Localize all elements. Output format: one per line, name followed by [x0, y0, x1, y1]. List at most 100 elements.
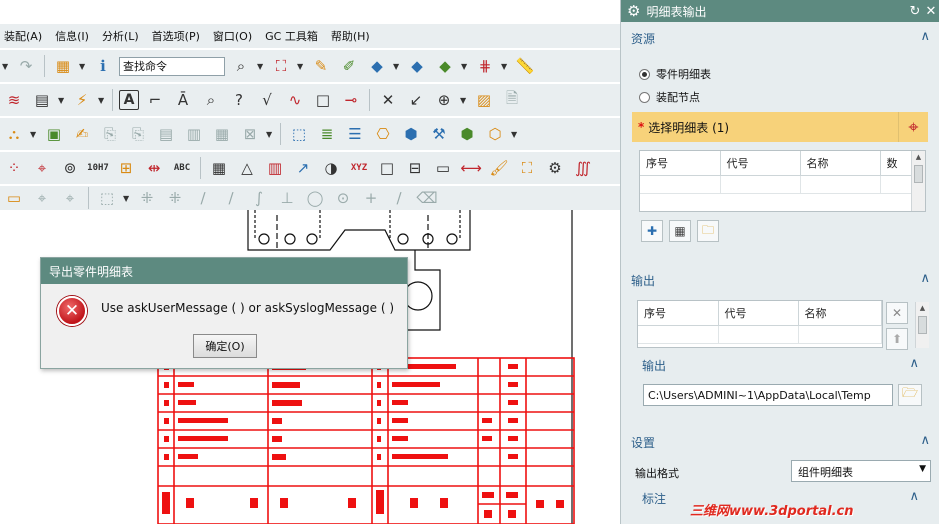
select-box-icon[interactable]: ⬚ — [287, 122, 311, 146]
spreadsheet-icon[interactable]: ▦ — [51, 54, 75, 78]
copy-icon[interactable]: ⎘ — [126, 122, 150, 146]
square-icon[interactable]: □ — [375, 156, 399, 180]
chevron-down-icon[interactable]: ▼ — [30, 130, 38, 139]
radio-button[interactable] — [639, 91, 650, 103]
leader-icon[interactable]: ⌐ — [143, 88, 167, 112]
chevron-down-icon[interactable]: ▼ — [58, 96, 66, 105]
ok-button[interactable]: 确定(O) — [193, 334, 257, 358]
spline-icon[interactable]: ∿ — [283, 88, 307, 112]
grid-points-icon[interactable]: ⁘ — [2, 156, 26, 180]
brush-icon[interactable]: ✐ — [337, 54, 361, 78]
fit-tolerance-icon[interactable]: 10H7 — [86, 156, 110, 180]
target-icon[interactable]: ⊕ — [432, 88, 456, 112]
cross-icon[interactable]: ✕ — [376, 88, 400, 112]
vertical-scrollbar[interactable]: ▲ — [911, 151, 925, 211]
redo-icon[interactable]: ↷ — [14, 54, 38, 78]
notes-icon[interactable]: ▭ — [431, 156, 455, 180]
zoom-icon[interactable]: ⌕ — [199, 88, 223, 112]
chevron-up-icon[interactable]: ∧ — [920, 433, 930, 448]
balloon-list-icon[interactable]: ⊟ — [403, 156, 427, 180]
diamond-icon[interactable]: ◆ — [433, 54, 457, 78]
col-header-code[interactable]: 代号 — [720, 151, 801, 176]
move-up-button[interactable]: ⬆ — [886, 328, 908, 350]
folder-add-button[interactable]: 🗀 — [697, 220, 719, 242]
remove-button[interactable]: ✕ — [886, 302, 908, 324]
search-icon[interactable]: ⌕ — [229, 54, 253, 78]
close-icon[interactable]: ✕ — [923, 4, 939, 19]
output-path-input[interactable] — [643, 384, 893, 406]
scroll-thumb[interactable] — [914, 165, 923, 183]
source-list-grid[interactable]: 序号 代号 名称 数 ▲ — [639, 150, 926, 212]
chevron-down-icon[interactable]: ▼ — [297, 62, 305, 71]
wave-icon[interactable]: ∭ — [571, 156, 595, 180]
text-icon[interactable]: A — [119, 90, 139, 110]
output-file-subheader[interactable]: 输出 ∧ — [632, 353, 929, 377]
copy-icon[interactable]: ⎘ — [98, 122, 122, 146]
tag-icon[interactable]: ⎔ — [371, 122, 395, 146]
chevron-down-icon[interactable]: ▼ — [257, 62, 265, 71]
layout-icon[interactable]: ▦ — [210, 122, 234, 146]
select-parts-list-row[interactable]: * 选择明细表 (1) ⌖ — [632, 112, 928, 142]
radio-part-list[interactable]: 零件明细表 — [639, 66, 711, 82]
center-mark-icon[interactable]: ◑ — [319, 156, 343, 180]
node-icon[interactable]: ⊸ — [339, 88, 363, 112]
chevron-down-icon[interactable]: ▼ — [461, 62, 469, 71]
hammer-icon[interactable]: ⚒ — [427, 122, 451, 146]
menu-preferences[interactable]: 首选项(P) — [148, 28, 209, 44]
stack-icon[interactable]: ☰ — [343, 122, 367, 146]
scroll-thumb[interactable] — [918, 316, 927, 334]
list-settings-button[interactable]: ▦ — [669, 220, 691, 242]
gear-icon[interactable]: ⚙ — [543, 156, 567, 180]
chevron-up-icon[interactable]: ∧ — [909, 356, 919, 371]
chevron-down-icon[interactable]: ▼ — [79, 62, 87, 71]
col-header-name[interactable]: 名称 — [800, 151, 881, 176]
layers-icon[interactable]: ≣ — [315, 122, 339, 146]
grid-table-icon[interactable]: ▦ — [207, 156, 231, 180]
add-item-button[interactable]: ✚ — [641, 220, 663, 242]
menu-window[interactable]: 窗口(O) — [209, 28, 261, 44]
linear-dim-icon[interactable]: ⟷ — [459, 156, 483, 180]
diamond-icon[interactable]: ◆ — [365, 54, 389, 78]
chevron-up-icon[interactable]: ∧ — [920, 271, 930, 286]
chevron-down-icon[interactable]: ▼ — [2, 62, 10, 71]
crosshair-grid-icon[interactable]: ⌖ — [30, 156, 54, 180]
output-list-grid[interactable]: 序号 代号 名称 — [637, 300, 883, 348]
fit-view-icon[interactable]: ⛶ — [269, 54, 293, 78]
chevron-down-icon[interactable]: ▼ — [393, 62, 401, 71]
menu-analysis[interactable]: 分析(L) — [98, 28, 148, 44]
table-icon[interactable]: ▤ — [30, 88, 54, 112]
chevron-down-icon[interactable]: ▼ — [919, 464, 926, 474]
layout-icon[interactable]: ▥ — [182, 122, 206, 146]
datum-icon[interactable]: ⊞ — [114, 156, 138, 180]
binoculars-icon[interactable]: ⊚ — [58, 156, 82, 180]
abc-cube-icon[interactable]: ⬡ — [483, 122, 507, 146]
brush-icon[interactable]: 🖌 — [487, 156, 511, 180]
output-format-select[interactable]: 组件明细表 ▼ — [791, 460, 931, 482]
vertical-scrollbar[interactable]: ▲ — [915, 302, 929, 348]
part-list-icon[interactable]: ⛶ — [515, 156, 539, 180]
question-icon[interactable]: ? — [227, 88, 251, 112]
note-icon[interactable]: Ā — [171, 88, 195, 112]
crosshair-icon[interactable]: ⌖ — [898, 112, 928, 142]
document-icon[interactable]: 🗎 — [500, 88, 524, 112]
cube-icon[interactable]: ⬢ — [399, 122, 423, 146]
coordinate-icon[interactable]: XYZ — [347, 156, 371, 180]
scroll-up-icon[interactable]: ▲ — [912, 151, 925, 163]
radio-assembly-node[interactable]: 装配节点 — [639, 89, 700, 105]
command-search-input[interactable] — [119, 56, 225, 76]
scroll-up-icon[interactable]: ▲ — [916, 302, 929, 314]
reset-icon[interactable]: ↻ — [907, 4, 923, 19]
menu-assembly[interactable]: 装配(A) — [0, 28, 51, 44]
col-header-index[interactable]: 序号 — [640, 151, 721, 176]
layout-icon[interactable]: ▤ — [154, 122, 178, 146]
weld-icon[interactable]: ⚡ — [70, 88, 94, 112]
ruler-icon[interactable]: 📏 — [513, 54, 537, 78]
output-section-header[interactable]: 输出 ∧ — [621, 268, 939, 292]
cube-icon[interactable]: ⬢ — [455, 122, 479, 146]
browse-folder-button[interactable]: 🗁 — [898, 384, 922, 406]
chevron-down-icon[interactable]: ▼ — [266, 130, 274, 139]
rectangle-icon[interactable]: □ — [311, 88, 335, 112]
dimension-icon[interactable]: ⋕ — [473, 54, 497, 78]
chevron-down-icon[interactable]: ▼ — [511, 130, 519, 139]
arrow-icon[interactable]: ↗ — [291, 156, 315, 180]
